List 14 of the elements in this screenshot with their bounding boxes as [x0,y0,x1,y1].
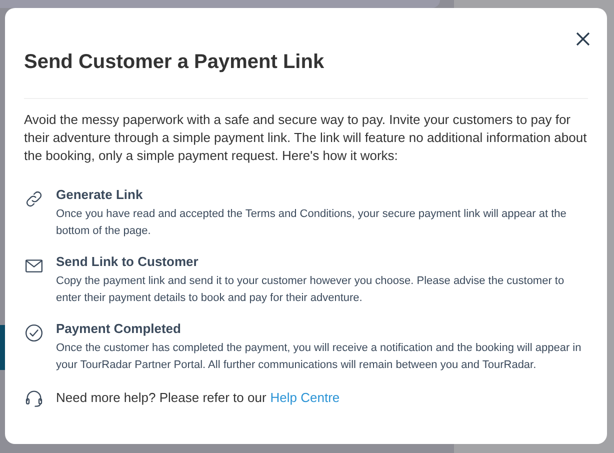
step-title: Send Link to Customer [56,254,198,270]
step-description: Copy the payment link and send it to your customer however you choose. Please advise the customer to enter their payment details to book and pay for their adventure. [56,274,566,306]
step-title: Generate Link [56,187,143,203]
dialog-title: Send Customer a Payment Link [24,50,324,74]
step-description: Once the customer has completed the payment, you will receive a notification and the booking will appear in your TourRadar Partner Portal. All further communications will remain between you and TourRadar. [56,341,582,373]
help-centre-link[interactable]: Help Centre [270,388,340,408]
chain-link-icon [24,189,44,209]
check-circle-icon [24,323,44,343]
close-icon [575,31,591,47]
intro-paragraph: Avoid the messy paperwork with a safe and secure way to pay. Invite your customers to pay for their adventure through a simple payment link. The link will feature no additional information about the booking, only a simple payment request. Here's how it works: [24,111,588,165]
step-title: Payment Completed [56,321,181,337]
help-text: Need more help? Please refer to our [56,389,266,408]
step-description: Once you have read and accepted the Terms and Conditions, your secure payment link will appear at the bottom of the page. [56,207,568,239]
headset-icon [24,388,44,408]
